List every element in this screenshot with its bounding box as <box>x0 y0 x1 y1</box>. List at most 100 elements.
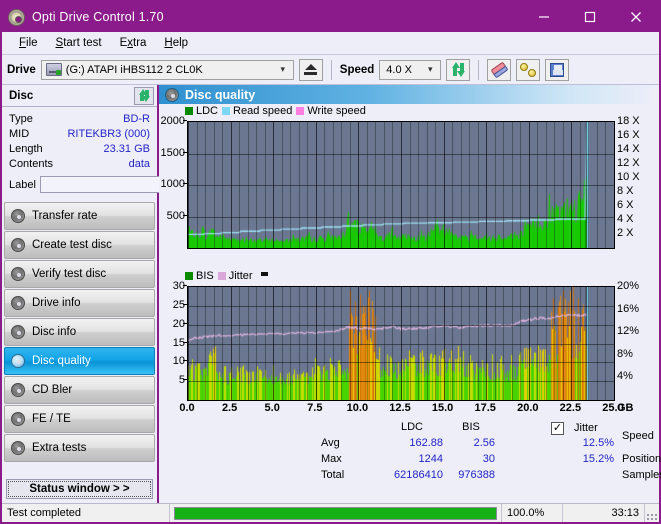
sidebar-item-cd-bler[interactable]: CD Bler <box>4 376 155 404</box>
stats-ldc-avg: 162.88 <box>409 437 443 449</box>
stats-panel: LDC BIS Avg Max Total 162.88 1244 621864… <box>159 419 661 503</box>
close-button[interactable] <box>613 2 659 32</box>
x-tick-label: 17.5 <box>474 402 496 414</box>
gridline-vertical <box>614 122 615 248</box>
gridline-horizontal <box>188 344 614 345</box>
optical-drive-icon <box>45 63 62 76</box>
status-window-button[interactable]: Status window > > <box>6 479 153 499</box>
resize-grip-icon[interactable] <box>645 504 659 522</box>
page-title: Disc quality <box>185 87 256 102</box>
sidebar-item-disc-quality[interactable]: Disc quality <box>4 347 155 375</box>
ldc-plot-area[interactable] <box>187 121 615 249</box>
menu-file[interactable]: File <box>10 35 47 51</box>
y2-tick-label: 20% <box>617 280 640 292</box>
y-tick-mark <box>183 322 187 324</box>
sidebar-item-create-test-disc[interactable]: Create test disc <box>4 231 155 259</box>
sidebar-item-drive-info[interactable]: Drive info <box>4 289 155 317</box>
y2-tick-label: 6 X <box>617 199 634 211</box>
y2-tick-label: 2 X <box>617 227 634 239</box>
gridline-horizontal <box>188 185 614 186</box>
position-stat-label: Position <box>622 453 661 465</box>
window-controls <box>521 2 659 32</box>
legend-label: Read speed <box>233 105 293 117</box>
sidebar-item-fe-te[interactable]: FE / TE <box>4 405 155 433</box>
bis-plot-area[interactable] <box>187 286 615 401</box>
gridline-horizontal <box>188 154 614 155</box>
stats-bis-max: 30 <box>482 453 495 465</box>
sidebar-item-disc-info[interactable]: Disc info <box>4 318 155 346</box>
stats-col-bis: BIS <box>462 421 480 433</box>
menu-help[interactable]: Help <box>155 35 197 51</box>
sidebar-item-label: Transfer rate <box>32 210 98 222</box>
menu-bar: File Start test Extra Help <box>2 32 659 55</box>
y-tick-mark <box>183 360 187 362</box>
stats-row-avg-label: Avg <box>321 437 340 449</box>
x-tick-label: 15.0 <box>431 402 454 414</box>
x-tick-label: 2.5 <box>221 402 238 414</box>
menu-extra[interactable]: Extra <box>111 35 156 51</box>
y2-tick-label: 14 X <box>617 143 640 155</box>
legend-swatch-icon <box>185 107 193 115</box>
scale-marker-icon <box>260 271 268 276</box>
menu-start-test[interactable]: Start test <box>47 35 111 51</box>
y-tick-mark <box>183 120 187 121</box>
jitter-checkbox[interactable]: ✓ <box>551 422 564 435</box>
disc-info-row-mid: MID RITEKBR3 (000) <box>9 126 150 141</box>
disc-info-value: data <box>128 157 150 170</box>
sidebar-item-verify-test-disc[interactable]: Verify test disc <box>4 260 155 288</box>
y-tick-label: 10 <box>172 355 185 368</box>
sidebar-item-label: CD Bler <box>32 384 73 396</box>
stats-jitter-avg: 12.5% <box>582 437 614 449</box>
cd-icon <box>11 238 25 252</box>
refresh-button[interactable] <box>446 58 471 81</box>
gridline-horizontal <box>188 362 614 363</box>
cd-icon <box>165 87 179 102</box>
x-tick-label: 7.5 <box>307 402 323 414</box>
title-bar: Opti Drive Control 1.70 <box>2 2 659 32</box>
sidebar-item-label: Drive info <box>32 297 81 309</box>
x-tick-label: 10.0 <box>346 402 369 414</box>
sidebar-item-label: Verify test disc <box>32 268 107 280</box>
speed-select-value: 4.0 X <box>386 63 412 76</box>
disc-info-key: Length <box>9 142 43 155</box>
refresh-icon <box>138 89 151 102</box>
eject-button[interactable] <box>298 58 323 81</box>
disc-section-title: Disc <box>9 89 34 102</box>
disc-info-value: BD-R <box>123 112 150 125</box>
speed-label: Speed <box>339 63 375 76</box>
drive-label: Drive <box>7 63 36 76</box>
cd-icon <box>11 296 25 310</box>
toolbar-divider-1 <box>330 59 332 80</box>
stats-bis-total: 976388 <box>458 469 495 481</box>
y-tick-label: 2000 <box>160 115 185 127</box>
gridline-horizontal <box>188 306 614 307</box>
content-area: Disc Type BD-R MID RITEKBR3 (000) Length… <box>2 85 661 503</box>
sidebar-item-extra-tests[interactable]: Extra tests <box>4 434 155 462</box>
x-axis-unit-label: GB <box>617 402 634 414</box>
sidebar: Disc Type BD-R MID RITEKBR3 (000) Length… <box>2 85 242 503</box>
gridline-vertical <box>614 287 615 400</box>
maximize-button[interactable] <box>567 2 613 32</box>
sidebar-item-label: Disc quality <box>32 355 91 367</box>
gold-disc-button[interactable] <box>516 58 541 81</box>
chevron-down-icon: ▾ <box>280 64 286 74</box>
samples-stat-label: Samples <box>622 469 661 481</box>
sidebar-item-transfer-rate[interactable]: Transfer rate <box>4 202 155 230</box>
minimize-button[interactable] <box>521 2 567 32</box>
eject-icon <box>304 64 318 75</box>
disc-refresh-button[interactable] <box>134 86 154 105</box>
y2-tick-label: 8% <box>617 347 633 360</box>
legend-swatch-icon <box>185 272 193 280</box>
stats-jitter-max: 15.2% <box>582 453 614 465</box>
y-tick-mark <box>183 151 187 153</box>
y2-tick-label: 12 X <box>617 157 640 169</box>
speed-select[interactable]: 4.0 X ▾ <box>379 59 442 80</box>
elapsed-time: 33:13 <box>563 504 645 522</box>
x-tick-label: 12.5 <box>389 402 411 414</box>
erase-button[interactable] <box>487 58 512 81</box>
cd-icon <box>11 325 25 339</box>
save-button[interactable] <box>545 58 570 81</box>
bis-jitter-chart: BIS Jitter 5 10 15 20 25 30 4% 8% 12% 16% 20% 0.0… <box>159 269 659 419</box>
drive-select[interactable]: (G:) ATAPI iHBS112 2 CL0K ▾ <box>40 59 294 80</box>
y-tick-mark <box>183 183 187 184</box>
